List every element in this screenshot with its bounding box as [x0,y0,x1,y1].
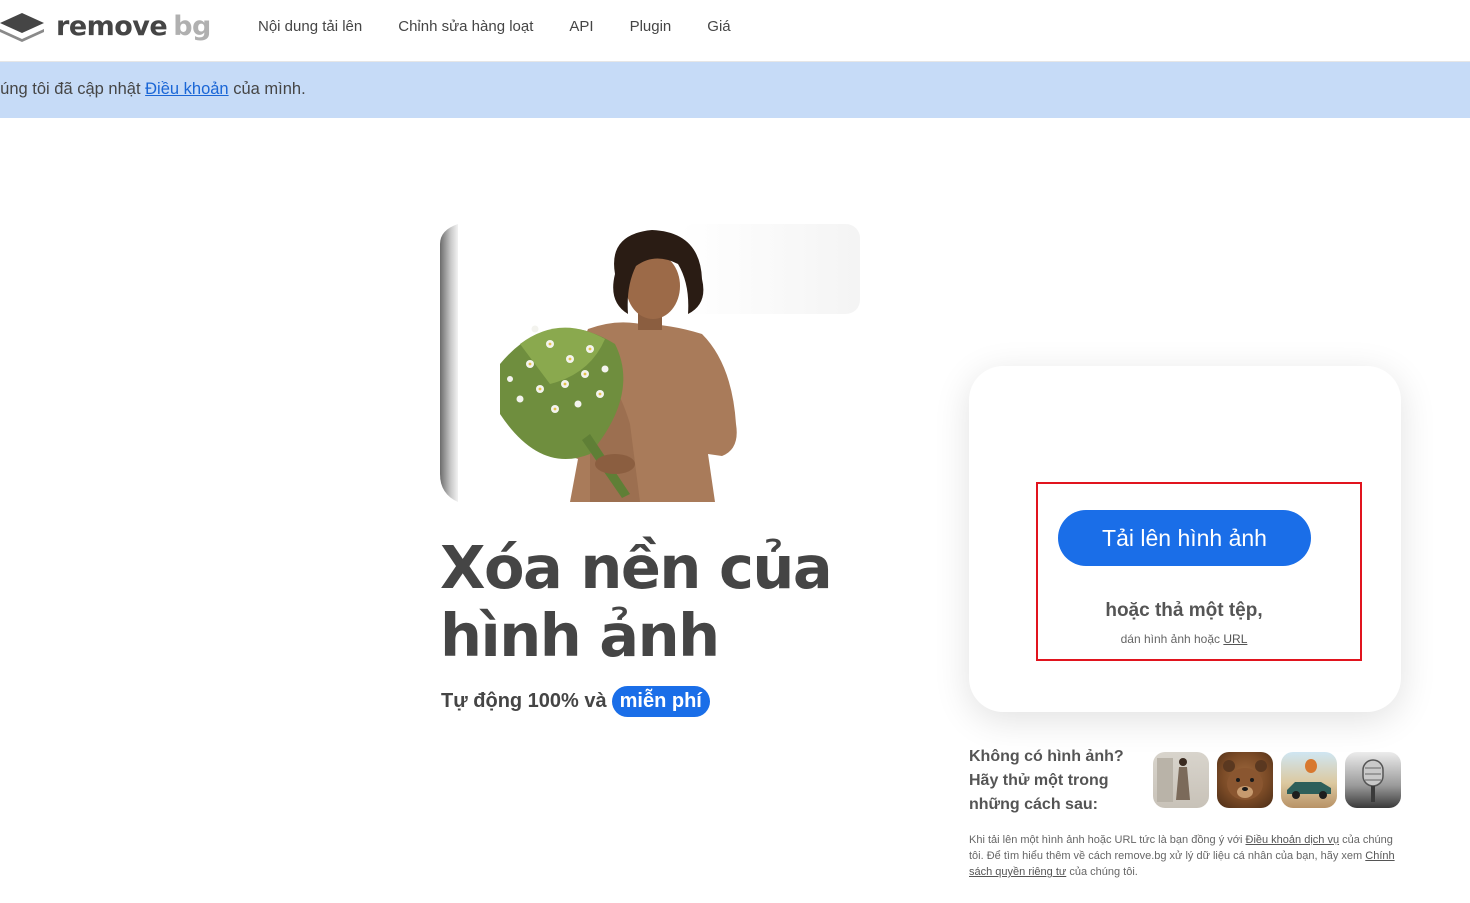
top-header: remove bg Nội dung tải lên Chỉnh sửa hàng… [0,0,1470,62]
paste-hint-text: dán hình ảnh hoặc [1120,632,1224,646]
logo-text-main: remove [56,10,168,42]
sample-woman-image [1157,758,1190,802]
sample-images [1153,752,1409,808]
legal-text-3: của chúng tôi. [1066,866,1138,878]
logo[interactable]: remove bg [0,8,211,44]
drop-file-text: hoặc thả một tệp, [1105,600,1263,621]
logo-text: remove bg [56,11,211,42]
legal-text-1: Khi tải lên một hình ảnh hoặc URL tức là… [969,834,1246,846]
paste-hint: dán hình ảnh hoặc URL [1036,632,1332,646]
upload-image-button[interactable]: Tải lên hình ảnh [1058,510,1311,566]
sample-prompt: Không có hình ảnh? Hãy thử một trong nhữ… [969,748,1124,813]
terms-of-service-link[interactable]: Điều khoản dịch vụ [1246,834,1340,846]
banner-text: húng tôi đã cập nhật Điều khoản của mình… [0,80,306,99]
sample-microphone-image [1362,759,1384,802]
logo-icon [0,13,44,42]
nav-bulk-edit[interactable]: Chỉnh sửa hàng loạt [398,17,533,37]
notice-banner: húng tôi đã cập nhật Điều khoản của mình… [0,62,1470,118]
hero-subtitle: Tự động 100% và miễn phí [441,686,710,717]
sample-woman-thumbnail[interactable] [1153,752,1209,808]
nav-plugin[interactable]: Plugin [630,17,672,37]
sample-car-image [1287,759,1331,799]
page-title: Xóa nền của hình ảnh [440,533,833,670]
banner-prefix: húng tôi đã cập nhật [0,80,146,98]
sample-microphone-thumbnail[interactable] [1345,752,1401,808]
logo-text-accent: bg [173,10,211,42]
terms-link[interactable]: Điều khoản [145,80,228,98]
nav-uploads[interactable]: Nội dung tải lên [258,17,362,37]
banner-suffix: của mình. [228,80,306,98]
nav-pricing[interactable]: Giá [707,17,730,37]
sample-car-thumbnail[interactable] [1281,752,1337,808]
main-nav: Nội dung tải lên Chỉnh sửa hàng loạt API… [258,17,767,37]
hero-subtitle-text: Tự động 100% và [441,690,607,712]
nav-api[interactable]: API [569,17,593,37]
free-badge: miễn phí [611,686,710,717]
sample-bear-image [1223,760,1267,800]
url-link[interactable]: URL [1223,632,1247,646]
sample-bear-thumbnail[interactable] [1217,752,1273,808]
legal-notice: Khi tải lên một hình ảnh hoặc URL tức là… [969,832,1401,880]
hero-image [440,224,860,502]
